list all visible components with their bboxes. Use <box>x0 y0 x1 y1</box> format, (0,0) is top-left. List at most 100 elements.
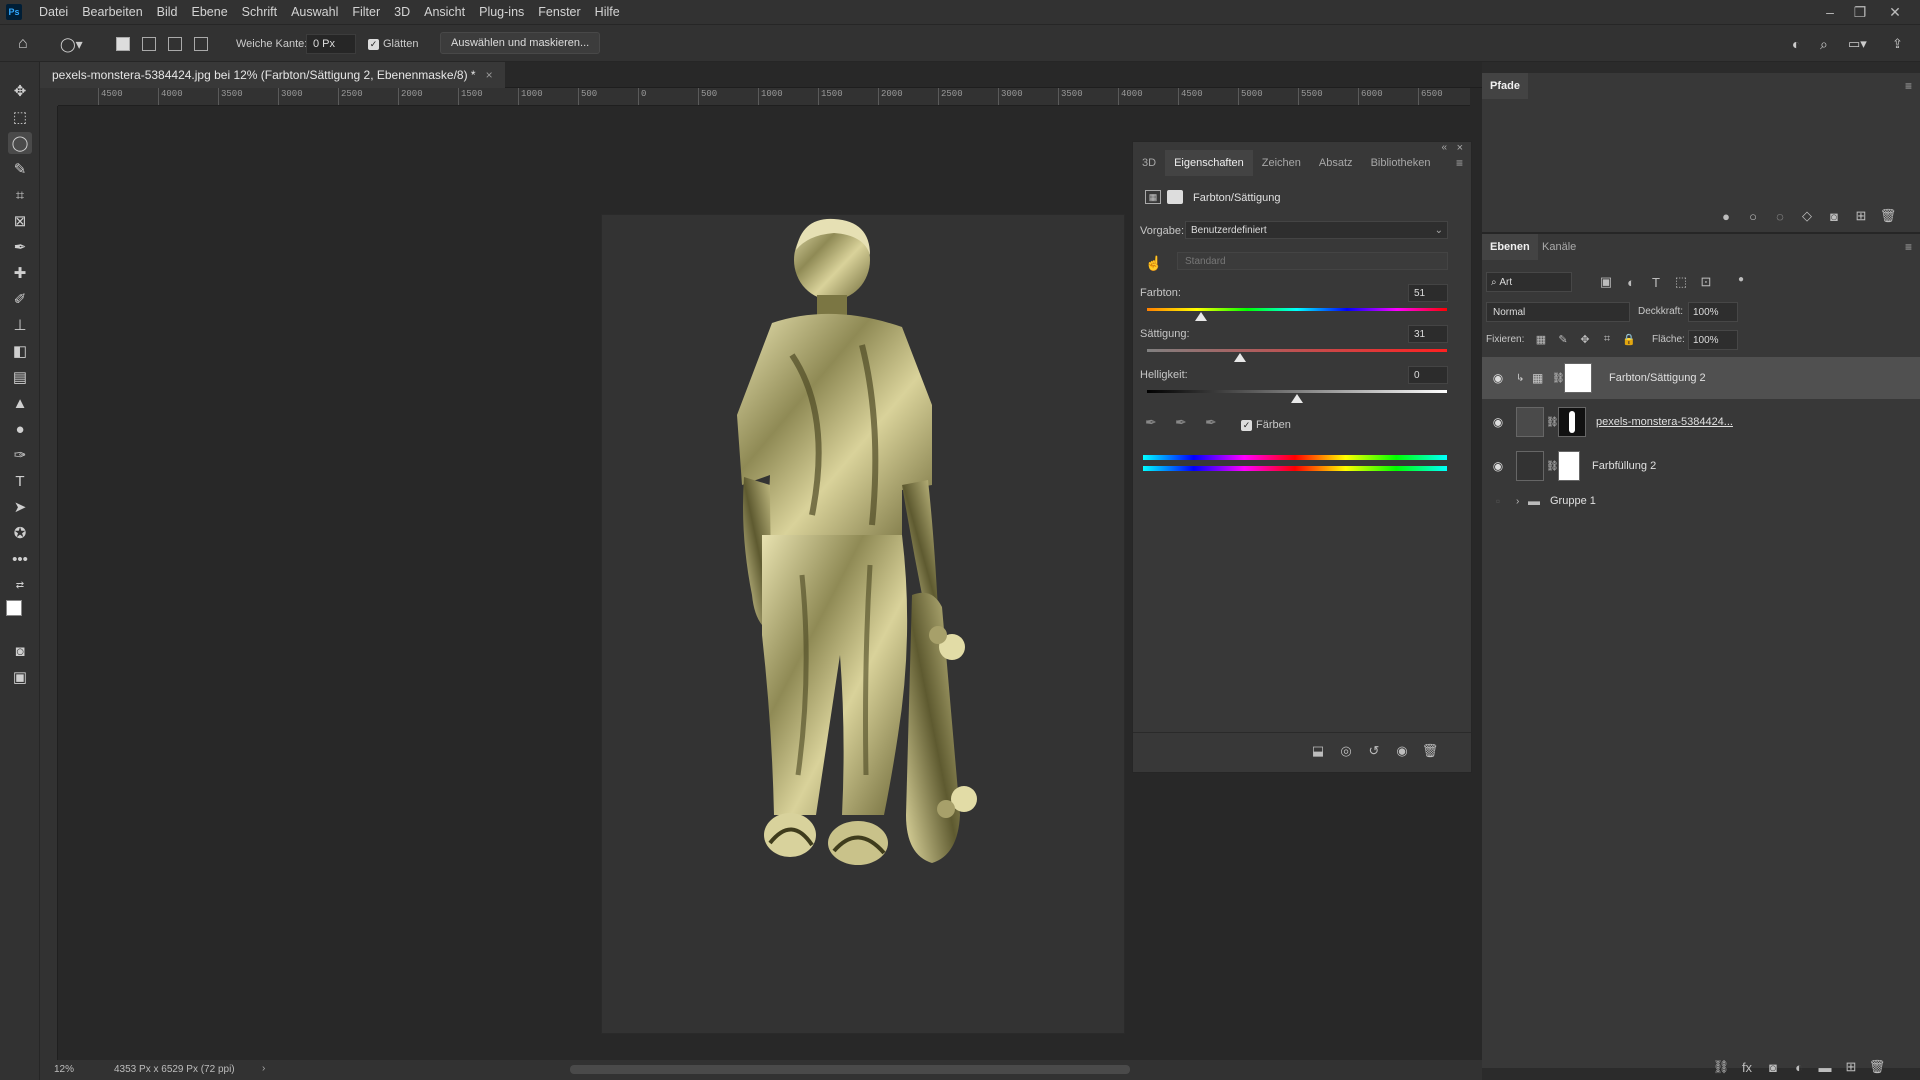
link-layers-icon[interactable]: ⛓ <box>1712 1058 1730 1076</box>
view-previous-icon[interactable]: ◎ <box>1337 742 1355 760</box>
delete-icon[interactable]: 🗑 <box>1421 742 1439 760</box>
lock-transparency-icon[interactable]: ▦ <box>1532 330 1550 348</box>
blur-tool-icon[interactable]: ▲ <box>8 392 32 414</box>
menu-ansicht[interactable]: Ansicht <box>417 5 472 19</box>
menu-plugins[interactable]: Plug-ins <box>472 5 531 19</box>
eye-hidden-icon[interactable]: ▫ <box>1490 493 1506 509</box>
layer-mask-thumbnail[interactable] <box>1558 451 1580 481</box>
workspace-icon[interactable]: ▭▾ <box>1848 34 1867 54</box>
eyedropper-plus-icon[interactable]: ✒ <box>1175 414 1187 431</box>
preset-dropdown[interactable]: Benutzerdefiniert ⌄ <box>1185 221 1448 239</box>
mask-icon[interactable] <box>1167 190 1183 204</box>
new-adjustment-icon[interactable]: ◐ <box>1790 1058 1808 1076</box>
lightness-slider-thumb[interactable] <box>1291 394 1303 403</box>
move-tool-icon[interactable]: ✥ <box>8 80 32 102</box>
quick-select-tool-icon[interactable]: ✎ <box>8 158 32 180</box>
share-icon[interactable]: ⇪ <box>1892 34 1903 54</box>
tab-eigenschaften[interactable]: Eigenschaften <box>1165 150 1253 176</box>
selection-to-path-icon[interactable]: ◇ <box>1798 207 1816 225</box>
pen-tool-icon[interactable]: ✑ <box>8 444 32 466</box>
lasso-preset-icon[interactable]: ◯▾ <box>60 34 83 54</box>
menu-schrift[interactable]: Schrift <box>235 5 284 19</box>
new-path-icon[interactable]: ⊞ <box>1852 207 1870 225</box>
lock-all-icon[interactable]: 🔒 <box>1620 330 1638 348</box>
minimize-icon[interactable]: – <box>1815 0 1845 24</box>
tab-zeichen[interactable]: Zeichen <box>1253 150 1310 176</box>
adjustment-filter-icon[interactable]: ◐ <box>1622 273 1640 291</box>
horizontal-scrollbar[interactable] <box>570 1065 1130 1074</box>
intersect-selection-icon[interactable] <box>194 34 208 54</box>
fill-input[interactable]: 100% <box>1688 330 1738 350</box>
eraser-tool-icon[interactable]: ◧ <box>8 340 32 362</box>
layer-name[interactable]: pexels-monstera-5384424... <box>1596 416 1733 428</box>
tab-kanaele[interactable]: Kanäle <box>1534 234 1584 260</box>
link-icon[interactable]: ⛓ <box>1552 373 1565 384</box>
subtract-selection-icon[interactable] <box>168 34 182 54</box>
layer-thumbnail[interactable] <box>1516 407 1544 437</box>
frame-tool-icon[interactable]: ⊠ <box>8 210 32 232</box>
menu-datei[interactable]: Datei <box>32 5 75 19</box>
blend-mode-dropdown[interactable]: Normal <box>1486 302 1630 322</box>
marquee-tool-icon[interactable]: ⬚ <box>8 106 32 128</box>
menu-3d[interactable]: 3D <box>387 5 417 19</box>
lock-pixels-icon[interactable]: ✎ <box>1554 330 1572 348</box>
menu-ebene[interactable]: Ebene <box>185 5 235 19</box>
targeted-adjustment-icon[interactable]: ☝ <box>1145 255 1162 272</box>
eyedropper-minus-icon[interactable]: ✒ <box>1205 414 1217 431</box>
eye-icon[interactable]: ◉ <box>1490 414 1506 430</box>
gradient-tool-icon[interactable]: ▤ <box>8 366 32 388</box>
share-user-icon[interactable]: ◐ <box>1792 34 1800 54</box>
zoom-level[interactable]: 12% <box>54 1064 74 1075</box>
lightness-slider[interactable] <box>1147 390 1447 393</box>
type-filter-icon[interactable]: T <box>1647 273 1665 291</box>
layer-row[interactable]: ◉ ⛓ pexels-monstera-5384424... <box>1482 401 1920 443</box>
tab-bibliotheken[interactable]: Bibliotheken <box>1362 150 1440 176</box>
saturation-slider[interactable] <box>1147 349 1447 352</box>
add-selection-icon[interactable] <box>142 34 156 54</box>
layer-row[interactable]: ◉ ↳ ▦ ⛓ Farbton/Sättigung 2 <box>1482 357 1920 399</box>
close-tab-icon[interactable]: × <box>486 68 493 82</box>
menu-filter[interactable]: Filter <box>345 5 387 19</box>
visibility-icon[interactable]: ◉ <box>1393 742 1411 760</box>
paths-menu-icon[interactable]: ≡ <box>1905 79 1912 93</box>
document-canvas[interactable] <box>602 215 1124 1033</box>
menu-bearbeiten[interactable]: Bearbeiten <box>75 5 149 19</box>
new-selection-icon[interactable] <box>116 34 130 54</box>
eye-icon[interactable]: ◉ <box>1490 370 1506 386</box>
menu-bild[interactable]: Bild <box>150 5 185 19</box>
layer-name[interactable]: Gruppe 1 <box>1550 495 1596 507</box>
filter-toggle-icon[interactable]: ● <box>1732 270 1750 288</box>
status-menu-icon[interactable]: › <box>262 1063 265 1074</box>
delete-path-icon[interactable]: 🗑 <box>1879 207 1897 225</box>
hue-input[interactable]: 51 <box>1408 284 1448 302</box>
healing-brush-icon[interactable]: ✚ <box>8 262 32 284</box>
hue-slider[interactable] <box>1147 308 1447 311</box>
layers-menu-icon[interactable]: ≡ <box>1905 240 1912 254</box>
layer-row[interactable]: ◉ ⛓ Farbfüllung 2 <box>1482 445 1920 487</box>
panel-menu-icon[interactable]: ≡ <box>1456 156 1463 170</box>
path-select-tool-icon[interactable]: ➤ <box>8 496 32 518</box>
new-layer-icon[interactable]: ⊞ <box>1842 1058 1860 1076</box>
screen-mode-icon[interactable]: ▣ <box>8 666 32 688</box>
shape-tool-icon[interactable]: ✪ <box>8 522 32 544</box>
stroke-path-icon[interactable]: ○ <box>1744 207 1762 225</box>
add-mask-icon[interactable]: ◙ <box>1825 207 1843 225</box>
lock-position-icon[interactable]: ✥ <box>1576 330 1594 348</box>
layer-mask-thumbnail[interactable] <box>1564 363 1592 393</box>
fill-path-icon[interactable]: ● <box>1717 207 1735 225</box>
channel-dropdown[interactable]: Standard <box>1177 252 1448 270</box>
quick-mask-icon[interactable]: ◙ <box>8 640 32 662</box>
close-window-icon[interactable]: ✕ <box>1880 0 1910 24</box>
lightness-input[interactable]: 0 <box>1408 366 1448 384</box>
pixel-filter-icon[interactable]: ▣ <box>1597 273 1615 291</box>
layer-mask-thumbnail[interactable] <box>1558 407 1586 437</box>
lock-artboard-icon[interactable]: ⌗ <box>1598 330 1616 348</box>
link-icon[interactable]: ⛓ <box>1546 417 1559 428</box>
eyedropper-tool-icon[interactable]: ✒ <box>8 236 32 258</box>
dodge-tool-icon[interactable]: ● <box>8 418 32 440</box>
document-tab[interactable]: pexels-monstera-5384424.jpg bei 12% (Far… <box>40 62 505 88</box>
restore-icon[interactable]: ❐ <box>1845 0 1875 24</box>
brush-tool-icon[interactable]: ✐ <box>8 288 32 310</box>
colorize-checkbox[interactable]: ✓ Färben <box>1241 419 1291 431</box>
menu-auswahl[interactable]: Auswahl <box>284 5 345 19</box>
